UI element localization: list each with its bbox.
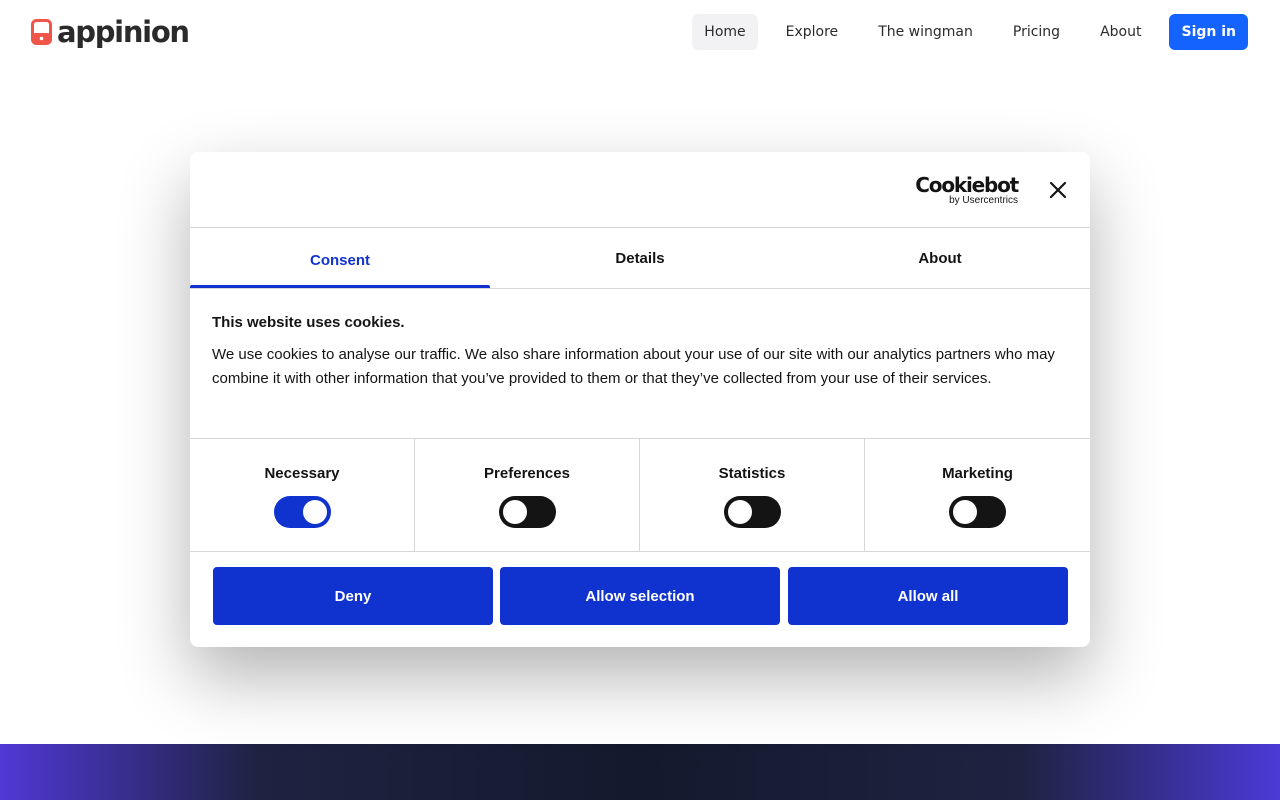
tab-consent-label: Consent xyxy=(310,252,370,269)
cookiebot-brand-name: Cookiebot xyxy=(915,173,1019,197)
toggle-preferences[interactable] xyxy=(499,496,556,528)
toggle-cell-statistics: Statistics xyxy=(640,439,865,551)
cookie-category-toggles: Necessary Preferences Statistics Marketi… xyxy=(190,438,1090,552)
tab-details-label: Details xyxy=(615,249,665,267)
toggle-knob xyxy=(728,500,752,524)
consent-actions: Deny Allow selection Allow all xyxy=(213,567,1068,625)
hero-band xyxy=(0,744,1280,800)
deny-button[interactable]: Deny xyxy=(213,567,493,625)
toggle-knob xyxy=(503,500,527,524)
toggle-cell-preferences: Preferences xyxy=(415,439,640,551)
sign-in-button[interactable]: Sign in xyxy=(1169,14,1248,50)
logo-phone-icon xyxy=(31,19,52,45)
logo[interactable]: appinion xyxy=(31,15,190,49)
nav-pricing[interactable]: Pricing xyxy=(1001,14,1072,50)
close-icon[interactable] xyxy=(1049,181,1067,199)
nav-about[interactable]: About xyxy=(1088,14,1153,50)
nav-home[interactable]: Home xyxy=(692,14,758,50)
toggle-cell-marketing: Marketing xyxy=(865,439,1090,551)
tab-about[interactable]: About xyxy=(790,228,1090,288)
toggle-label-necessary: Necessary xyxy=(264,465,340,482)
toggle-label-preferences: Preferences xyxy=(484,465,570,482)
cookiebot-logo: Cookiebot by Usercentrics xyxy=(914,173,1019,206)
tab-details[interactable]: Details xyxy=(490,228,790,288)
tab-consent[interactable]: Consent xyxy=(190,228,490,288)
allow-all-button[interactable]: Allow all xyxy=(788,567,1068,625)
main-nav: Home Explore The wingman Pricing About S… xyxy=(692,14,1248,50)
toggle-knob xyxy=(303,500,327,524)
toggle-label-statistics: Statistics xyxy=(718,465,786,482)
dialog-header: Cookiebot by Usercentrics xyxy=(190,152,1090,228)
tab-about-label: About xyxy=(918,249,962,267)
consent-body: This website uses cookies. We use cookie… xyxy=(212,314,1068,391)
active-tab-indicator xyxy=(190,285,490,288)
cookiebot-brand-sub: by Usercentrics xyxy=(949,195,1018,206)
allow-selection-button[interactable]: Allow selection xyxy=(500,567,780,625)
toggle-marketing[interactable] xyxy=(949,496,1006,528)
logo-text: appinion xyxy=(57,15,190,49)
toggle-necessary[interactable] xyxy=(274,496,331,528)
site-header: appinion Home Explore The wingman Pricin… xyxy=(0,0,1280,64)
nav-the-wingman[interactable]: The wingman xyxy=(866,14,985,50)
toggle-knob xyxy=(953,500,977,524)
consent-title: This website uses cookies. xyxy=(212,314,405,331)
nav-explore[interactable]: Explore xyxy=(774,14,851,50)
toggle-label-marketing: Marketing xyxy=(942,465,1013,482)
toggle-cell-necessary: Necessary xyxy=(190,439,415,551)
dialog-tabs: Consent Details About xyxy=(190,228,1090,289)
toggle-statistics[interactable] xyxy=(724,496,781,528)
cookie-consent-dialog: Cookiebot by Usercentrics Consent Detail… xyxy=(190,152,1090,647)
consent-description: We use cookies to analyse our traffic. W… xyxy=(212,346,1055,387)
